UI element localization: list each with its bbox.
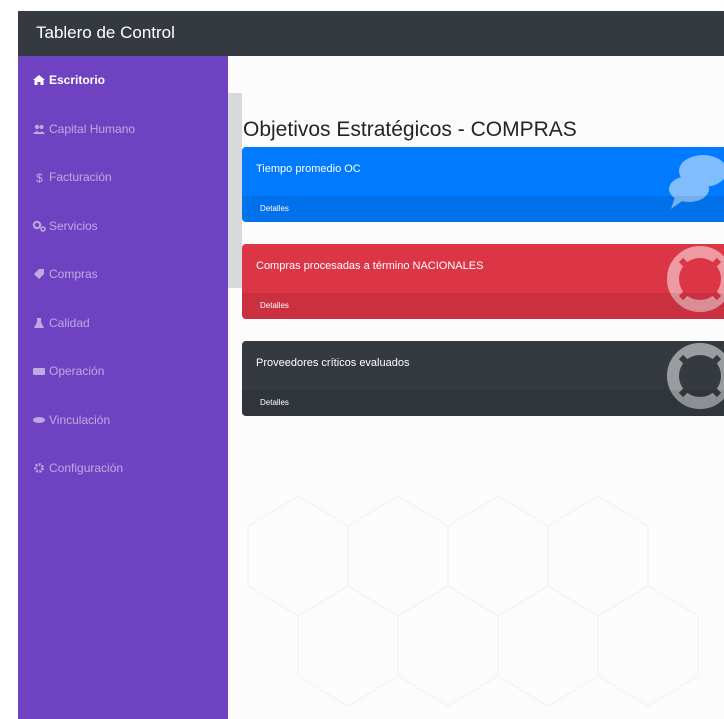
sidebar-item-capital-humano[interactable]: Capital Humano [32, 119, 135, 139]
card-footer[interactable]: Detalles › [242, 390, 724, 416]
sidebar-item-operacion[interactable]: Operación [32, 361, 104, 381]
top-navbar: Tablero de Control [18, 11, 724, 56]
details-link[interactable]: Detalles [260, 398, 289, 407]
sidebar-item-escritorio[interactable]: Escritorio [32, 70, 105, 90]
card-footer[interactable]: Detalles › [242, 293, 724, 319]
sidebar-item-compras[interactable]: Compras [32, 264, 98, 284]
sidebar-item-label: Calidad [49, 316, 90, 330]
sidebar-item-calidad[interactable]: Calidad [32, 313, 90, 333]
card-title: Compras procesadas a término NACIONALES [256, 260, 484, 272]
card-title: Proveedores críticos evaluados [256, 357, 410, 369]
svg-text:$: $ [36, 171, 43, 184]
dollar-icon: $ [32, 170, 46, 184]
sidebar-item-label: Capital Humano [49, 122, 136, 136]
sidebar-item-label: Servicios [49, 219, 98, 233]
main-content: Objetivos Estratégicos - COMPRAS Tiempo … [228, 56, 724, 719]
card-title: Tiempo promedio OC [256, 163, 361, 175]
card-proveedores-criticos: Proveedores críticos evaluados Detalles … [242, 341, 724, 416]
sidebar-item-facturacion[interactable]: $ Facturación [32, 167, 112, 187]
sidebar: Escritorio Capital Humano $ Facturación … [18, 56, 228, 719]
sidebar-item-label: Escritorio [49, 73, 106, 87]
flask-icon [32, 316, 46, 330]
users-icon [32, 122, 46, 136]
card-tiempo-promedio-oc: Tiempo promedio OC Detalles › [242, 147, 724, 222]
cogs-icon [32, 219, 46, 233]
handshake-icon [32, 413, 46, 427]
tag-icon [32, 267, 46, 281]
card-compras-procesadas: Compras procesadas a término NACIONALES … [242, 244, 724, 319]
sidebar-item-vinculacion[interactable]: Vinculación [32, 410, 110, 430]
home-icon [32, 73, 46, 87]
details-link[interactable]: Detalles [260, 301, 289, 310]
sidebar-item-label: Facturación [49, 170, 112, 184]
app-title[interactable]: Tablero de Control [36, 23, 175, 43]
sidebar-item-configuracion[interactable]: Configuración [32, 458, 123, 478]
money-icon [32, 364, 46, 378]
card-footer[interactable]: Detalles › [242, 196, 724, 222]
sidebar-item-label: Configuración [49, 461, 124, 475]
sidebar-scrollbar[interactable] [228, 93, 242, 288]
sidebar-item-label: Operación [49, 364, 105, 378]
details-link[interactable]: Detalles [260, 204, 289, 213]
sidebar-item-servicios[interactable]: Servicios [32, 216, 98, 236]
sidebar-item-label: Vinculación [49, 413, 111, 427]
page-title: Objetivos Estratégicos - COMPRAS [243, 118, 577, 141]
gear-icon [32, 461, 46, 475]
sidebar-item-label: Compras [49, 267, 98, 281]
